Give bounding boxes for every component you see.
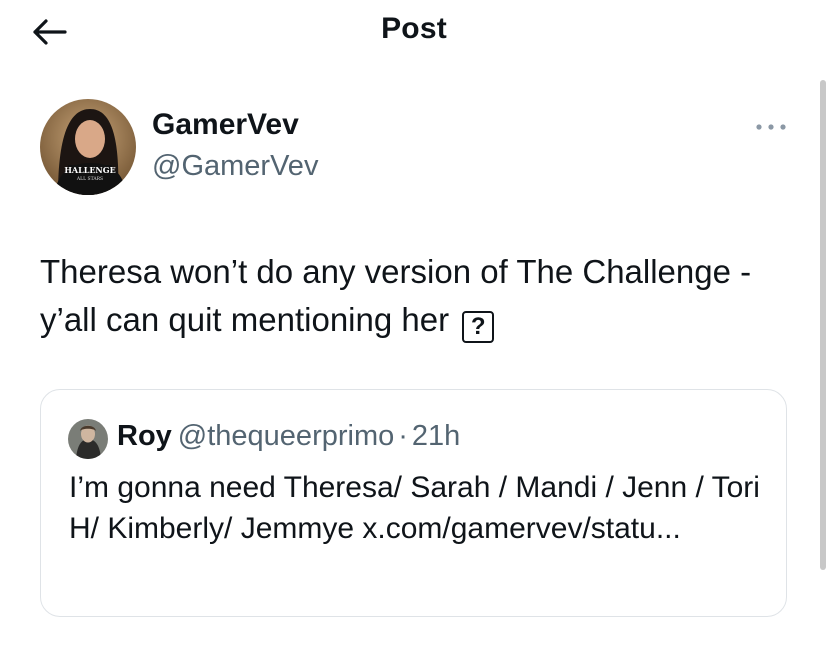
quote-header: Roy @thequeerprimo · 21h [117,420,460,453]
quote-text: I’m gonna need Theresa/ Sarah / Mandi / … [69,471,760,545]
post-body: Theresa won’t do any version of The Chal… [40,248,780,344]
author-handle[interactable]: @GamerVev [152,150,318,183]
more-horizontal-icon [756,124,786,130]
author-display-name[interactable]: GamerVev [152,108,299,142]
post-text: Theresa won’t do any version of The Chal… [40,253,752,338]
unsupported-emoji-icon: ? [462,311,495,343]
quote-avatar-image [68,419,108,459]
quote-author-avatar [68,419,108,459]
more-options-button[interactable] [750,113,792,141]
svg-text:ALL STARS: ALL STARS [76,176,103,182]
author-avatar[interactable]: HALLENGE ALL STARS [40,99,136,195]
quote-author-name[interactable]: Roy [117,420,172,452]
svg-text:HALLENGE: HALLENGE [64,165,115,175]
avatar-image: HALLENGE ALL STARS [40,99,136,195]
scrollbar[interactable] [820,80,826,570]
quote-separator: · [398,420,408,452]
quoted-post[interactable]: Roy @thequeerprimo · 21h I’m gonna need The… [40,389,787,617]
top-bar: Post [0,0,828,62]
quote-timestamp: 21h [411,420,461,452]
quote-author-handle[interactable]: @thequeerprimo [178,420,394,452]
page-title: Post [381,12,447,45]
